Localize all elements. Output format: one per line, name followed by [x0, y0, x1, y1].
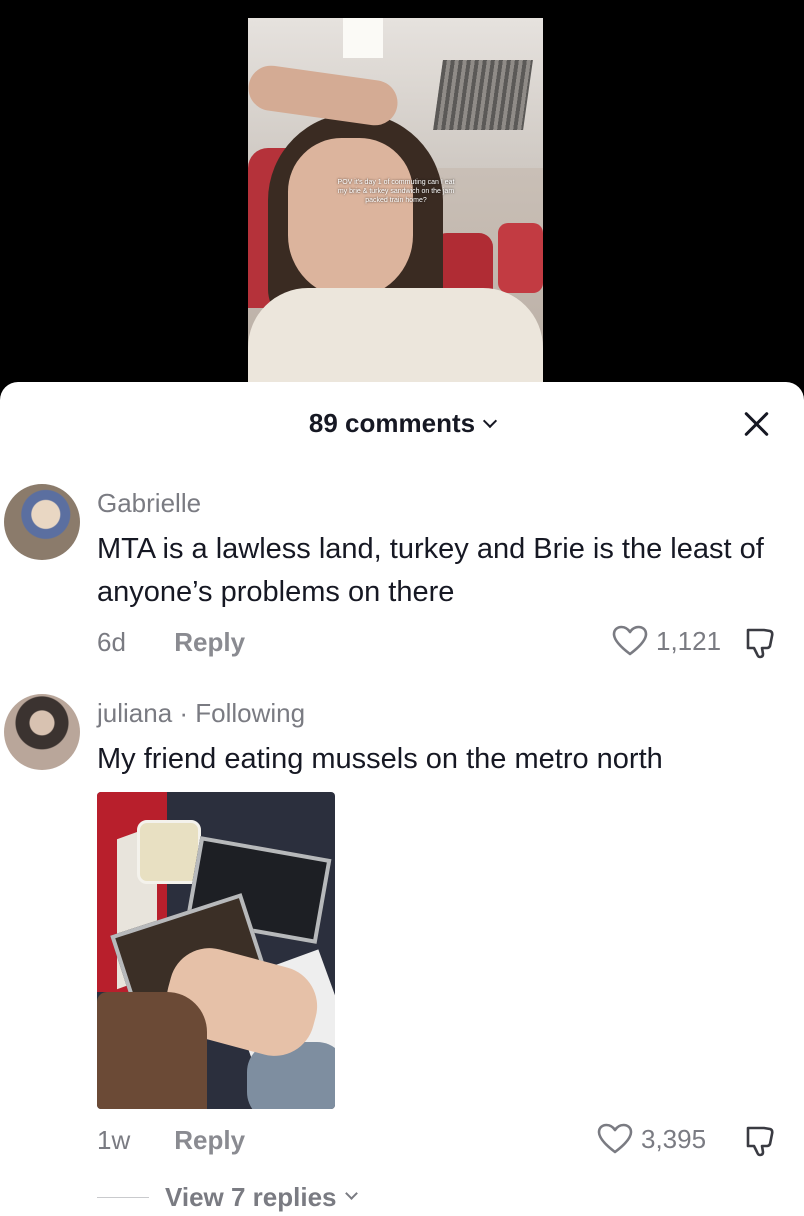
- ceiling-vent: [433, 60, 533, 130]
- view-replies-label: View 7 replies: [165, 1182, 337, 1212]
- heart-icon: [597, 1123, 633, 1154]
- reply-button[interactable]: Reply: [174, 1125, 245, 1155]
- comment-text: MTA is a lawless land, turkey and Brie i…: [97, 533, 764, 608]
- avatar[interactable]: [4, 484, 80, 560]
- person-face: [288, 138, 413, 298]
- chevron-down-icon: [483, 413, 498, 429]
- comments-count: 89 comments: [308, 408, 476, 438]
- comment-text: My friend eating mussels on the metro no…: [97, 743, 663, 775]
- thumbs-down-icon[interactable]: [742, 626, 776, 660]
- comments-sheet: 89 comments Gabrielle MTA is a lawless l…: [0, 382, 804, 1216]
- photo-bag: [97, 992, 207, 1109]
- ceiling-light: [343, 18, 383, 58]
- divider: [97, 1197, 149, 1198]
- thumbs-down-icon[interactable]: [742, 1124, 776, 1158]
- comment-photo[interactable]: [97, 792, 335, 1109]
- avatar[interactable]: [4, 694, 80, 770]
- like-button[interactable]: 1,121: [612, 625, 721, 657]
- video-area[interactable]: POV it's day 1 of commuting can I eat my…: [0, 0, 804, 400]
- comment-username[interactable]: Gabrielle: [97, 488, 201, 519]
- reply-button[interactable]: Reply: [174, 627, 245, 657]
- train-seat: [498, 223, 543, 293]
- sheet-header: 89 comments: [0, 382, 804, 468]
- comment-time: 1w: [97, 1125, 131, 1155]
- like-button[interactable]: 3,395: [597, 1123, 706, 1155]
- like-count: 1,121: [656, 625, 722, 656]
- comment-meta: 1w Reply: [97, 1125, 245, 1156]
- view-replies-button[interactable]: View 7 replies: [97, 1182, 358, 1213]
- video-frame[interactable]: POV it's day 1 of commuting can I eat my…: [248, 18, 543, 398]
- close-icon[interactable]: [740, 408, 774, 442]
- heart-icon: [612, 625, 648, 656]
- photo-cup: [137, 820, 201, 884]
- comment-meta: 6d Reply: [97, 627, 245, 658]
- comment-time: 6d: [97, 627, 126, 657]
- like-count: 3,395: [641, 1123, 707, 1154]
- chevron-down-icon: [344, 1187, 358, 1200]
- comments-count-title[interactable]: 89 comments: [0, 408, 804, 439]
- video-caption: POV it's day 1 of commuting can I eat my…: [337, 179, 455, 204]
- comment-username[interactable]: juliana · Following: [97, 698, 305, 729]
